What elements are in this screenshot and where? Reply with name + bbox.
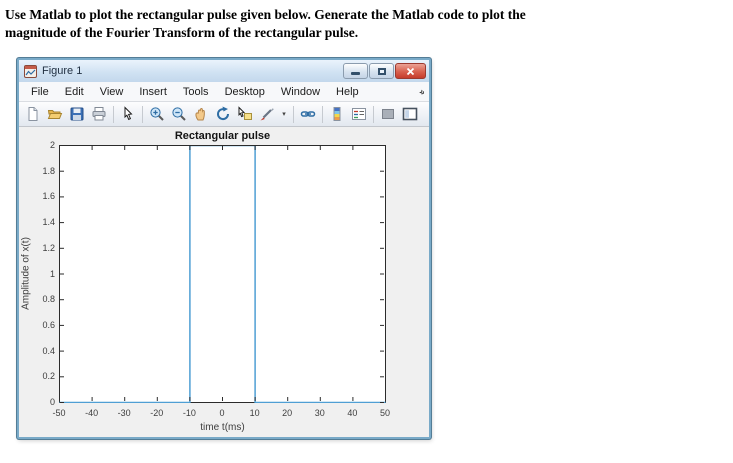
minimize-button[interactable]	[343, 63, 368, 79]
minimize-icon	[351, 72, 360, 75]
window-controls	[343, 63, 426, 79]
menu-item-desktop[interactable]: Desktop	[217, 84, 273, 100]
menu-item-tools[interactable]: Tools	[175, 84, 217, 100]
title-bar[interactable]: Figure 1	[19, 60, 429, 82]
menu-item-window[interactable]: Window	[273, 84, 328, 100]
close-button[interactable]	[395, 63, 426, 79]
brush-dropdown-arrow[interactable]: ▾	[278, 103, 290, 125]
x-tick-label: -30	[117, 408, 131, 418]
brush-data-icon[interactable]	[256, 103, 278, 125]
toolbar-separator	[142, 105, 143, 123]
pan-icon[interactable]	[190, 103, 212, 125]
menu-item-help[interactable]: Help	[328, 84, 367, 100]
menu-item-view[interactable]: View	[92, 84, 132, 100]
figure-window: Figure 1 File Edit View Insert Tools Desktop W…	[17, 58, 431, 439]
y-tick-label: 2	[49, 140, 55, 150]
insert-colorbar-icon[interactable]	[326, 103, 348, 125]
insert-legend-icon[interactable]	[348, 103, 370, 125]
plot-svg	[59, 144, 386, 404]
toolbar-separator	[373, 105, 374, 123]
hide-plot-tools-icon[interactable]	[377, 103, 399, 125]
menu-item-file[interactable]: File	[23, 84, 57, 100]
y-tick-label: 0.4	[42, 345, 55, 356]
data-cursor-icon[interactable]	[234, 103, 256, 125]
menu-overflow-chevron[interactable]: »	[417, 86, 427, 97]
link-plot-icon[interactable]	[297, 103, 319, 125]
plot-title: Rectangular pulse	[174, 130, 271, 142]
x-tick-label: 10	[249, 408, 260, 418]
y-tick-label: 1.4	[42, 217, 55, 228]
y-tick-label: 0.6	[42, 319, 55, 330]
y-tick-label: 1.8	[42, 165, 55, 176]
rotate-3d-icon[interactable]	[212, 103, 234, 125]
task-heading-line1: Use Matlab to plot the rectangular pulse…	[5, 7, 526, 22]
x-axis-label: time t(ms)	[200, 422, 245, 433]
y-tick-label: 1.2	[42, 242, 55, 253]
window-title: Figure 1	[42, 65, 83, 77]
toolbar-separator	[322, 105, 323, 123]
new-figure-icon[interactable]	[22, 103, 44, 125]
y-tick-label: 1.6	[42, 191, 55, 202]
x-tick-label: -40	[85, 408, 99, 418]
toolbar-separator	[293, 105, 294, 123]
x-tick-label: 20	[282, 408, 293, 418]
close-icon	[406, 67, 415, 75]
menu-bar: File Edit View Insert Tools Desktop Window Help…	[19, 82, 429, 102]
menu-item-edit[interactable]: Edit	[57, 84, 92, 100]
x-tick-label: -20	[150, 408, 164, 418]
task-heading: Use Matlab to plot the rectangular pulse…	[5, 6, 705, 42]
y-tick-label: 1	[49, 268, 55, 279]
plot-area	[59, 144, 386, 404]
matlab-figure-icon	[24, 64, 37, 78]
task-heading-line2: magnitude of the Fourier Transform of th…	[5, 25, 359, 40]
maximize-icon	[377, 67, 386, 75]
print-figure-icon[interactable]	[88, 103, 110, 125]
y-tick-label: 0.8	[42, 294, 55, 305]
x-tick-label: 50	[379, 408, 390, 418]
edit-plot-pointer-icon[interactable]	[117, 103, 139, 125]
x-tick-label: 0	[219, 408, 225, 418]
x-tick-label: -10	[182, 408, 196, 418]
toolbar-separator	[113, 105, 114, 123]
show-plot-tools-icon[interactable]	[399, 103, 421, 125]
menu-item-insert[interactable]: Insert	[131, 84, 175, 100]
toolbar: ▾	[19, 102, 429, 127]
open-file-icon[interactable]	[44, 103, 66, 125]
x-tick-label: 30	[314, 408, 325, 418]
x-tick-label: -50	[52, 408, 66, 418]
zoom-in-icon[interactable]	[146, 103, 168, 125]
y-tick-label: 0.2	[42, 371, 55, 382]
figure-canvas: Rectangular pulse time t(ms) Amplitude o…	[19, 127, 429, 437]
x-tick-label: 40	[347, 408, 358, 418]
maximize-button[interactable]	[369, 63, 394, 79]
y-tick-label: 0	[49, 397, 55, 407]
save-figure-icon[interactable]	[66, 103, 88, 125]
zoom-out-icon[interactable]	[168, 103, 190, 125]
